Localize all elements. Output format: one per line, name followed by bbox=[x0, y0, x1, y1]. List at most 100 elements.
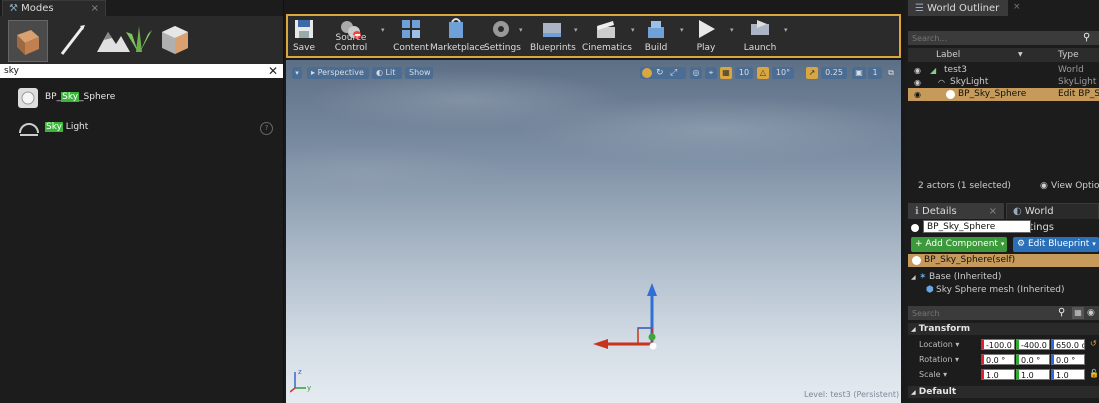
result-match: Sky bbox=[61, 92, 80, 102]
viewport-options-button[interactable]: ▾ bbox=[292, 67, 302, 79]
gizmo-center[interactable] bbox=[649, 342, 657, 350]
edit-blueprint-button[interactable]: ⚙ Edit Blueprint ▾ bbox=[1013, 237, 1099, 252]
grid-view-icon[interactable]: ▦ bbox=[1072, 307, 1084, 319]
gizmo-y-handle[interactable] bbox=[648, 333, 656, 341]
close-icon[interactable]: × bbox=[1013, 2, 1021, 12]
chevron-down-icon[interactable]: ▾ bbox=[574, 26, 578, 34]
rotation-snap-toggle[interactable]: △ bbox=[757, 67, 769, 79]
gizmo-x-arrow[interactable] bbox=[593, 339, 608, 349]
location-y-field[interactable]: -400.0 c bbox=[1016, 339, 1050, 350]
paint-mode-icon[interactable] bbox=[52, 20, 90, 60]
component-mesh-label: Sky Sphere mesh (Inherited) bbox=[936, 285, 1065, 295]
scale-icon[interactable]: ⤢ bbox=[670, 68, 677, 78]
modes-tab-icon: ⚒ bbox=[9, 3, 18, 14]
rotation-label[interactable]: Rotation ▾ bbox=[919, 355, 959, 364]
foliage-mode-icon[interactable] bbox=[120, 20, 158, 60]
gizmo-z-arrow[interactable] bbox=[647, 283, 657, 296]
chevron-down-icon[interactable]: ▾ bbox=[730, 26, 734, 34]
place-mode-icon[interactable] bbox=[8, 20, 48, 62]
result-label: BP_Sky_Sphere bbox=[45, 92, 115, 102]
outliner-search-input[interactable] bbox=[908, 31, 1068, 45]
type-column-header[interactable]: Type bbox=[1058, 48, 1079, 62]
search-icon[interactable]: ⚲ bbox=[1083, 31, 1090, 45]
surface-snap-icon[interactable]: ⌖ bbox=[705, 67, 717, 79]
world-outliner-tab[interactable]: ☰ World Outliner bbox=[908, 0, 1008, 16]
details-tab[interactable]: ℹ Details × bbox=[908, 203, 1004, 219]
marketplace-button[interactable]: Marketplace bbox=[430, 17, 485, 53]
clear-search-icon[interactable]: ✕ bbox=[268, 64, 278, 78]
build-button[interactable]: Build bbox=[642, 17, 670, 53]
camera-speed-icon[interactable]: ▣ bbox=[852, 67, 866, 79]
cloud-layer bbox=[286, 60, 901, 200]
location-x-field[interactable]: -100.0 c bbox=[981, 339, 1015, 350]
rotation-y-field[interactable]: 0.0 ° bbox=[1016, 354, 1050, 365]
component-base-row[interactable]: ◢ ✶ Base (Inherited) bbox=[908, 271, 1099, 284]
scale-snap-value[interactable]: 0.25 bbox=[821, 67, 847, 79]
settings-button[interactable]: Settings bbox=[484, 17, 521, 53]
chevron-down-icon[interactable]: ▾ bbox=[631, 26, 635, 34]
close-icon[interactable]: × bbox=[989, 204, 997, 220]
world-settings-tab[interactable]: ◐ World Settings bbox=[1006, 203, 1099, 233]
rotation-snap-value[interactable]: 10° bbox=[772, 67, 794, 79]
world-local-icon[interactable]: ◎ bbox=[690, 67, 702, 79]
source-control-button[interactable]: Source Control bbox=[322, 17, 380, 53]
outliner-row-selected[interactable]: ◉ BP_Sky_Sphere Edit BP_Sky bbox=[908, 88, 1099, 101]
sphere-icon bbox=[912, 256, 921, 265]
chevron-down-icon[interactable]: ▾ bbox=[680, 26, 684, 34]
lit-button[interactable]: ◐ Lit bbox=[372, 67, 402, 79]
outliner-row-type[interactable]: Edit BP_Sky bbox=[1058, 88, 1099, 101]
lock-icon[interactable]: 🔓 bbox=[1089, 369, 1099, 378]
close-icon[interactable]: × bbox=[91, 1, 99, 17]
help-icon[interactable]: ? bbox=[260, 122, 273, 135]
save-button[interactable]: Save bbox=[290, 17, 318, 53]
location-z-field[interactable]: 650.0 cn bbox=[1051, 339, 1085, 350]
maximize-viewport-icon[interactable]: ⧉ bbox=[886, 67, 896, 79]
search-icon[interactable]: ⚲ bbox=[1058, 306, 1065, 320]
play-button[interactable]: Play bbox=[692, 17, 720, 53]
modes-result-item[interactable]: Sky Light ? bbox=[0, 116, 283, 140]
modes-tab[interactable]: ⚒ Modes × bbox=[2, 0, 106, 16]
modes-result-item[interactable]: BP_Sky_Sphere bbox=[0, 84, 283, 110]
perspective-button[interactable]: ▸ Perspective bbox=[307, 67, 369, 79]
modes-search-input[interactable] bbox=[0, 64, 250, 78]
reset-arrow-icon[interactable]: ↺ bbox=[1090, 339, 1097, 348]
add-component-button[interactable]: + Add Component ▾ bbox=[911, 237, 1007, 252]
geometry-mode-icon[interactable] bbox=[156, 20, 194, 60]
visibility-icon[interactable]: ◉ bbox=[914, 88, 921, 101]
content-button[interactable]: Content bbox=[392, 17, 430, 53]
component-self-label: BP_Sky_Sphere(self) bbox=[924, 255, 1016, 265]
sort-icon[interactable]: ▼ bbox=[1018, 48, 1023, 62]
rotation-z-field[interactable]: 0.0 ° bbox=[1051, 354, 1085, 365]
component-mesh-row[interactable]: ⬢ Sky Sphere mesh (Inherited) bbox=[908, 284, 1099, 297]
chevron-down-icon[interactable]: ▾ bbox=[784, 26, 788, 34]
label-column-header[interactable]: Label bbox=[936, 48, 960, 62]
grid-snap-value[interactable]: 10 bbox=[735, 67, 753, 79]
view-options-button[interactable]: View Options bbox=[1051, 178, 1099, 194]
outliner-header: Label ▼ Type bbox=[908, 48, 1099, 62]
scale-x-field[interactable]: 1.0 bbox=[981, 369, 1015, 380]
blueprints-button[interactable]: Blueprints bbox=[530, 17, 576, 53]
expand-arrow-icon[interactable]: ◢ bbox=[911, 271, 916, 284]
details-search-input[interactable] bbox=[908, 306, 1048, 320]
transform-section-header[interactable]: ◢ Transform bbox=[908, 323, 1099, 335]
cinematics-button[interactable]: Cinematics bbox=[582, 17, 632, 53]
actor-name-input[interactable] bbox=[923, 220, 1031, 233]
rotation-x-field[interactable]: 0.0 ° bbox=[981, 354, 1015, 365]
chevron-down-icon[interactable]: ▾ bbox=[519, 26, 523, 34]
grid-snap-toggle[interactable]: ▦ bbox=[720, 67, 732, 79]
default-section-header[interactable]: ◢ Default bbox=[908, 386, 1099, 398]
component-self-row[interactable]: BP_Sky_Sphere(self) bbox=[908, 254, 1099, 267]
move-icon[interactable] bbox=[642, 68, 652, 78]
scale-snap-toggle[interactable]: ↗ bbox=[806, 67, 818, 79]
scale-z-field[interactable]: 1.0 bbox=[1051, 369, 1085, 380]
camera-speed-value[interactable]: 1 bbox=[868, 67, 882, 79]
transform-gizmo[interactable] bbox=[590, 280, 670, 360]
location-label[interactable]: Location ▾ bbox=[919, 340, 959, 349]
eye-icon[interactable]: ◉ bbox=[1087, 306, 1095, 320]
show-button[interactable]: Show bbox=[405, 67, 433, 79]
chevron-down-icon[interactable]: ▾ bbox=[381, 26, 385, 34]
scale-label[interactable]: Scale ▾ bbox=[919, 370, 947, 379]
scale-y-field[interactable]: 1.0 bbox=[1016, 369, 1050, 380]
launch-button[interactable]: Launch bbox=[742, 17, 778, 53]
rotate-icon[interactable]: ↻ bbox=[656, 68, 664, 78]
